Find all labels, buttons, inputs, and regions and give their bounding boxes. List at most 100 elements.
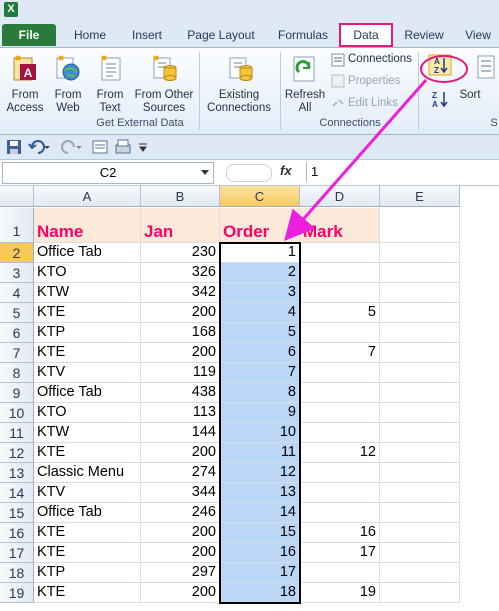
row-header-1[interactable]: 1 — [0, 208, 34, 243]
cell-b17[interactable]: 200 — [141, 543, 220, 563]
cell-c14[interactable]: 13 — [220, 483, 300, 503]
cell-e2[interactable] — [380, 243, 460, 263]
cell-c7[interactable]: 6 — [220, 343, 300, 363]
column-header-d[interactable]: D — [300, 186, 380, 207]
row-header-7[interactable]: 7 — [0, 343, 34, 363]
undo-icon[interactable] — [28, 139, 50, 155]
cell-a6[interactable]: KTP — [34, 323, 141, 343]
from-access-button[interactable]: From Access — [3, 89, 47, 115]
tab-view[interactable]: View — [458, 24, 498, 46]
tab-home[interactable]: Home — [68, 24, 112, 46]
cell-a14[interactable]: KTV — [34, 483, 141, 503]
cell-e10[interactable] — [380, 403, 460, 423]
cell-a18[interactable]: KTP — [34, 563, 141, 583]
cell-d2[interactable] — [300, 243, 380, 263]
row-header-8[interactable]: 8 — [0, 363, 34, 383]
row-header-13[interactable]: 13 — [0, 463, 34, 483]
cell-a11[interactable]: KTW — [34, 423, 141, 443]
name-box[interactable]: C2 — [2, 162, 214, 184]
from-web-button[interactable]: From Web — [48, 89, 88, 115]
cell-c12[interactable]: 11 — [220, 443, 300, 463]
row-header-6[interactable]: 6 — [0, 323, 34, 343]
row-header-15[interactable]: 15 — [0, 503, 34, 523]
cell-b2[interactable]: 230 — [141, 243, 220, 263]
cell-b3[interactable]: 326 — [141, 263, 220, 283]
cell-a7[interactable]: KTE — [34, 343, 141, 363]
cell-e13[interactable] — [380, 463, 460, 483]
cell-e5[interactable] — [380, 303, 460, 323]
tab-data[interactable]: Data — [339, 23, 393, 47]
row-header-16[interactable]: 16 — [0, 523, 34, 543]
cell-d6[interactable] — [300, 323, 380, 343]
cell-d8[interactable] — [300, 363, 380, 383]
select-all-corner[interactable] — [0, 186, 34, 207]
cell-b6[interactable]: 168 — [141, 323, 220, 343]
cell-b16[interactable]: 200 — [141, 523, 220, 543]
cell-b15[interactable]: 246 — [141, 503, 220, 523]
tab-review[interactable]: Review — [398, 24, 450, 46]
cell-a2[interactable]: Office Tab — [34, 243, 141, 263]
cell-a10[interactable]: KTO — [34, 403, 141, 423]
cell-b4[interactable]: 342 — [141, 283, 220, 303]
from-other-sources-button[interactable]: From Other Sources — [132, 89, 196, 115]
print-preview-icon[interactable] — [114, 139, 132, 155]
cell-b5[interactable]: 200 — [141, 303, 220, 323]
cell-c15[interactable]: 14 — [220, 503, 300, 523]
column-header-c[interactable]: C — [220, 186, 300, 207]
cell-c4[interactable]: 3 — [220, 283, 300, 303]
row-header-10[interactable]: 10 — [0, 403, 34, 423]
formula-bar-expand-control[interactable] — [226, 164, 272, 182]
cell-d13[interactable] — [300, 463, 380, 483]
header-cell-b[interactable]: Jan — [141, 208, 220, 243]
cell-e19[interactable] — [380, 583, 460, 603]
formula-input[interactable]: 1 — [306, 162, 499, 182]
cell-b9[interactable]: 438 — [141, 383, 220, 403]
edit-links-button[interactable]: Edit Links — [348, 97, 398, 109]
customize-qat-icon[interactable] — [138, 143, 148, 153]
cell-b10[interactable]: 113 — [141, 403, 220, 423]
cell-e3[interactable] — [380, 263, 460, 283]
row-header-11[interactable]: 11 — [0, 423, 34, 443]
cell-c18[interactable]: 17 — [220, 563, 300, 583]
connections-button[interactable]: Connections — [348, 53, 412, 65]
cell-d17[interactable]: 17 — [300, 543, 380, 563]
cell-c19[interactable]: 18 — [220, 583, 300, 603]
cell-a12[interactable]: KTE — [34, 443, 141, 463]
row-header-12[interactable]: 12 — [0, 443, 34, 463]
cell-e7[interactable] — [380, 343, 460, 363]
properties-button[interactable]: Properties — [348, 75, 400, 87]
cell-a15[interactable]: Office Tab — [34, 503, 141, 523]
cell-a8[interactable]: KTV — [34, 363, 141, 383]
cell-d5[interactable]: 5 — [300, 303, 380, 323]
cell-d3[interactable] — [300, 263, 380, 283]
cell-e1[interactable] — [380, 208, 460, 243]
cell-c6[interactable]: 5 — [220, 323, 300, 343]
from-text-button[interactable]: From Text — [90, 89, 130, 115]
row-header-14[interactable]: 14 — [0, 483, 34, 503]
row-header-4[interactable]: 4 — [0, 283, 34, 303]
cell-e9[interactable] — [380, 383, 460, 403]
cell-d14[interactable] — [300, 483, 380, 503]
cell-c2[interactable]: 1 — [220, 243, 300, 263]
cell-a16[interactable]: KTE — [34, 523, 141, 543]
tab-formulas[interactable]: Formulas — [272, 24, 334, 46]
cell-b11[interactable]: 144 — [141, 423, 220, 443]
existing-connections-button[interactable]: Existing Connections — [203, 89, 275, 115]
sort-descending-icon[interactable]: ZA — [428, 88, 452, 115]
header-cell-a[interactable]: Name — [34, 208, 141, 243]
cell-d11[interactable] — [300, 423, 380, 443]
row-header-5[interactable]: 5 — [0, 303, 34, 323]
tab-page-layout[interactable]: Page Layout — [180, 24, 262, 46]
cell-b18[interactable]: 297 — [141, 563, 220, 583]
cell-e8[interactable] — [380, 363, 460, 383]
cell-a4[interactable]: KTW — [34, 283, 141, 303]
header-cell-c[interactable]: Order — [220, 208, 300, 243]
cell-c16[interactable]: 15 — [220, 523, 300, 543]
cell-a19[interactable]: KTE — [34, 583, 141, 603]
row-header-18[interactable]: 18 — [0, 563, 34, 583]
cell-d7[interactable]: 7 — [300, 343, 380, 363]
row-header-17[interactable]: 17 — [0, 543, 34, 563]
row-header-2[interactable]: 2 — [0, 243, 34, 263]
row-header-3[interactable]: 3 — [0, 263, 34, 283]
tab-file[interactable]: File — [2, 24, 56, 46]
